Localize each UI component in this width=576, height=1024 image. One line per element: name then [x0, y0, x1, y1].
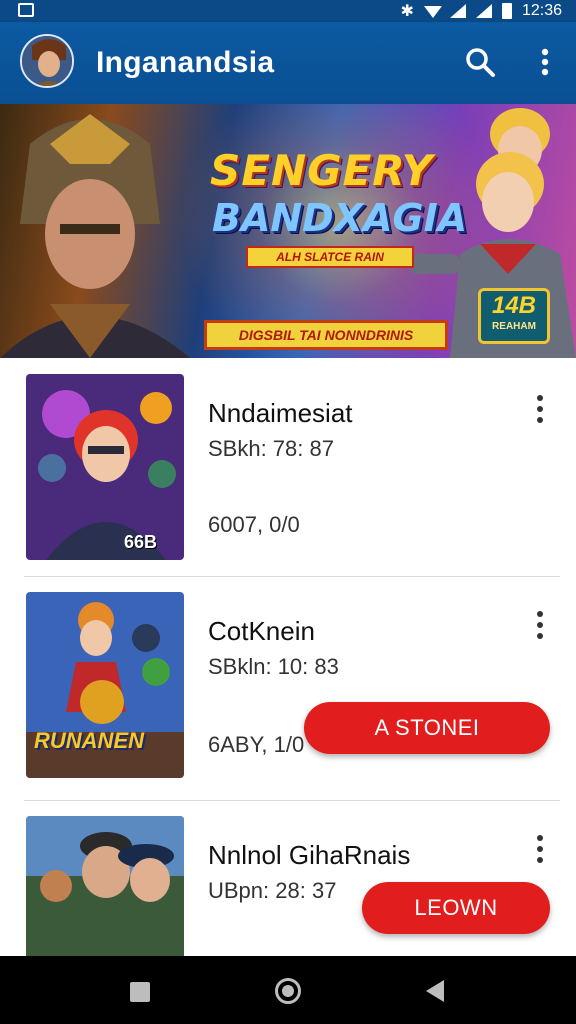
recents-square-icon[interactable]	[130, 982, 150, 1002]
game-size: 6ABY, 1/0	[208, 732, 305, 757]
more-vert-icon	[537, 835, 543, 863]
game-subtitle: UBpn: 28: 37	[208, 878, 337, 903]
status-bar: ✱ 12:36	[0, 0, 576, 22]
featured-banner[interactable]: SENGERY BANDXAGIA ALH SLATCE RAIN DIGSBI…	[0, 104, 576, 358]
game-thumbnail	[26, 816, 184, 956]
avatar[interactable]	[20, 34, 74, 88]
signal-icon-1	[449, 4, 466, 18]
more-options-button[interactable]	[530, 44, 560, 80]
signal-icon-2	[475, 4, 492, 18]
system-nav-bar	[0, 956, 576, 1024]
more-vert-icon	[537, 611, 543, 639]
item-more-button[interactable]	[528, 608, 552, 642]
gallery-notification-icon	[18, 3, 34, 17]
status-time: 12:36	[521, 2, 562, 19]
battery-icon	[501, 3, 512, 19]
item-more-button[interactable]	[528, 392, 552, 426]
bluetooth-icon: ✱	[400, 3, 414, 20]
back-triangle-icon[interactable]	[426, 980, 444, 1002]
wifi-icon	[423, 4, 442, 18]
game-thumbnail	[26, 374, 184, 560]
banner-title-line1: SENGERY	[210, 146, 434, 195]
thumbnail-badge: 66B	[124, 532, 158, 552]
banner-badge-sub: REAHAM	[492, 321, 536, 332]
item-more-button[interactable]	[528, 832, 552, 866]
divider	[24, 800, 560, 801]
install-button[interactable]: A STONEI	[304, 702, 550, 754]
list-item[interactable]: RUNANEN CotKnein SBkln: 10: 83 6ABY, 1/0…	[0, 578, 576, 798]
game-subtitle: SBkh: 78: 87	[208, 436, 334, 461]
banner-badge-number: 14B	[491, 292, 537, 319]
home-circle-icon[interactable]	[275, 978, 301, 1004]
open-button[interactable]: LEOWN	[362, 882, 550, 934]
thumbnail-badge: RUNANEN	[34, 728, 144, 753]
game-title: Nnlnol GihaRnais	[208, 840, 411, 870]
search-icon	[466, 48, 495, 77]
more-vert-icon	[541, 48, 549, 76]
game-subtitle: SBkln: 10: 83	[208, 654, 339, 679]
app-title: Inganandsia	[96, 46, 275, 79]
status-icons: ✱ 12:36	[401, 0, 562, 22]
banner-bottom-strip: DIGSBIL TAI NONNDRINIS	[204, 320, 448, 350]
game-size: 6007, 0/0	[208, 512, 300, 537]
search-button[interactable]	[462, 44, 498, 80]
app-bar: Inganandsia	[0, 22, 576, 104]
more-vert-icon	[537, 395, 543, 423]
game-title: CotKnein	[208, 616, 315, 646]
banner-title-line2: BANDXAGIA	[212, 196, 468, 240]
list-item[interactable]: 66B Nndaimesiat SBkh: 78: 87 6007, 0/0	[0, 358, 576, 578]
game-title: Nndaimesiat	[208, 398, 353, 428]
divider	[24, 576, 560, 577]
banner-badge: 14B REAHAM	[478, 288, 550, 344]
banner-hero-left-image	[0, 114, 190, 358]
banner-ribbon: ALH SLATCE RAIN	[246, 246, 414, 268]
list-item[interactable]: Nnlnol GihaRnais UBpn: 28: 37 LEOWN	[0, 802, 576, 956]
